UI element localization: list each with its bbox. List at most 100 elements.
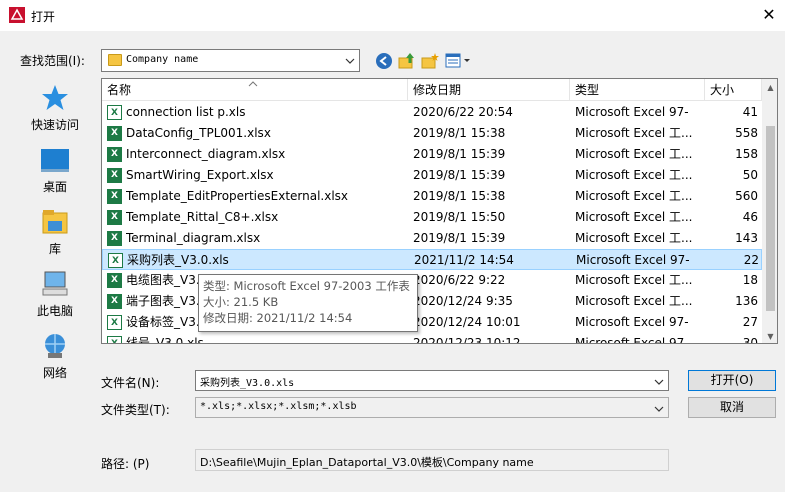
up-folder-icon[interactable]: [398, 52, 416, 70]
excel-file-icon: X: [107, 315, 122, 330]
file-date: 2020/12/24 9:35: [413, 294, 513, 308]
place-network[interactable]: 网络: [16, 326, 94, 388]
list-header: 名称 修改日期 类型 大小: [102, 79, 762, 101]
file-name: Terminal_diagram.xlsx: [126, 231, 261, 245]
file-row[interactable]: X Interconnect_diagram.xlsx 2019/8/1 15:39…: [102, 144, 762, 165]
file-size: 27: [742, 315, 758, 329]
file-name: SmartWiring_Export.xlsx: [126, 168, 274, 182]
file-name: connection list p.xls: [126, 105, 246, 119]
view-menu-icon[interactable]: [445, 52, 473, 70]
excel-file-icon: X: [107, 105, 122, 120]
excel-file-icon: X: [107, 336, 122, 343]
file-date: 2019/8/1 15:38: [413, 189, 506, 203]
path-value: D:\Seafile\Mujin_Eplan_Dataportal_V3.0\模…: [200, 456, 534, 469]
file-type: Microsoft Excel 97-: [575, 336, 689, 344]
lookin-label: 查找范围(I):: [20, 54, 85, 68]
library-icon: [39, 208, 71, 236]
place-label: 桌面: [42, 180, 67, 194]
lookin-dropdown[interactable]: Company name: [101, 49, 360, 72]
file-type: Microsoft Excel 工...: [575, 147, 693, 161]
file-name: Interconnect_diagram.xlsx: [126, 147, 286, 161]
file-name: Template_Rittal_C8+.xlsx: [126, 210, 279, 224]
file-type: Microsoft Excel 工...: [575, 231, 693, 245]
scroll-thumb[interactable]: [766, 126, 775, 311]
place-this-pc[interactable]: 此电脑: [16, 264, 94, 326]
places-bar: 快速访问 桌面 库 此电脑 网络: [16, 78, 94, 428]
file-row[interactable]: X Template_Rittal_C8+.xlsx 2019/8/1 15:50 M…: [102, 207, 762, 228]
cancel-button[interactable]: 取消: [688, 397, 776, 418]
file-size: 143: [735, 231, 758, 245]
file-row[interactable]: X 线号_V3.0.xls 2020/12/23 10:12 Microsoft Ex…: [102, 333, 762, 344]
tooltip-type: 类型: Microsoft Excel 97-2003 工作表: [203, 279, 410, 293]
file-row[interactable]: X Terminal_diagram.xlsx 2019/8/1 15:39 Micr…: [102, 228, 762, 249]
file-size: 30: [742, 336, 758, 344]
excel-file-icon: X: [107, 210, 122, 225]
window-title: 打开: [31, 10, 56, 24]
file-name: DataConfig_TPL001.xlsx: [126, 126, 271, 140]
open-button[interactable]: 打开(O): [688, 370, 776, 391]
desktop-icon: [39, 146, 71, 174]
place-desktop[interactable]: 桌面: [16, 140, 94, 202]
file-size: 558: [735, 126, 758, 140]
place-label: 网络: [42, 366, 67, 380]
filetype-value: *.xls;*.xlsx;*.xlsm;*.xlsb: [200, 401, 357, 412]
chevron-down-icon[interactable]: [654, 376, 664, 386]
file-date: 2020/6/22 9:22: [413, 273, 506, 287]
file-date: 2020/12/24 10:01: [413, 315, 521, 329]
place-library[interactable]: 库: [16, 202, 94, 264]
filetype-dropdown[interactable]: *.xls;*.xlsx;*.xlsm;*.xlsb: [195, 397, 669, 418]
place-label: 快速访问: [30, 118, 79, 132]
title-bar: 打开 ✕: [0, 0, 785, 31]
file-type: Microsoft Excel 97-: [575, 315, 689, 329]
file-type: Microsoft Excel 工...: [575, 126, 693, 140]
network-icon: [39, 332, 71, 360]
file-date: 2020/12/23 10:12: [413, 336, 521, 344]
file-size: 560: [735, 189, 758, 203]
file-row[interactable]: Xconnection list p.xls 2020/6/22 20:54 Mic…: [102, 102, 762, 123]
excel-file-icon: X: [107, 231, 122, 246]
excel-file-icon: X: [107, 189, 122, 204]
excel-file-icon: X: [107, 147, 122, 162]
back-icon[interactable]: [375, 52, 393, 70]
place-label: 此电脑: [36, 304, 73, 318]
scroll-up-icon[interactable]: ▲: [762, 79, 777, 96]
chevron-down-icon: [345, 55, 355, 65]
vertical-scrollbar[interactable]: ▲ ▼: [762, 79, 777, 343]
file-date: 2020/6/22 20:54: [413, 105, 513, 119]
excel-file-icon: X: [107, 273, 122, 288]
column-header-size[interactable]: 大小: [705, 79, 762, 101]
file-row[interactable]: X 采购列表_V3.0.xls 2021/11/2 14:54 Microsoft E…: [102, 249, 762, 270]
file-date: 2019/8/1 15:50: [413, 210, 506, 224]
file-size: 136: [735, 294, 758, 308]
close-icon[interactable]: ✕: [760, 6, 778, 24]
file-row[interactable]: X Template_EditPropertiesExternal.xlsx 201…: [102, 186, 762, 207]
place-quick-access[interactable]: 快速访问: [16, 78, 94, 140]
file-row[interactable]: X SmartWiring_Export.xlsx 2019/8/1 15:39 Mi…: [102, 165, 762, 186]
file-size: 18: [742, 273, 758, 287]
file-name: 采购列表_V3.0.xls: [127, 253, 229, 267]
new-folder-icon[interactable]: [421, 52, 439, 70]
filename-input[interactable]: 采购列表_V3.0.xls: [195, 370, 669, 391]
column-header-date[interactable]: 修改日期: [408, 79, 570, 101]
file-tooltip: 类型: Microsoft Excel 97-2003 工作表 大小: 21.5…: [198, 274, 418, 332]
path-field[interactable]: D:\Seafile\Mujin_Eplan_Dataportal_V3.0\模…: [195, 449, 669, 471]
column-date-label: 修改日期: [413, 83, 462, 97]
filename-label: 文件名(N):: [101, 376, 160, 390]
computer-icon: [39, 270, 71, 298]
filename-value: 采购列表_V3.0.xls: [200, 378, 295, 389]
file-date: 2019/8/1 15:39: [413, 168, 506, 182]
column-header-type[interactable]: 类型: [570, 79, 705, 101]
file-size: 50: [742, 168, 758, 182]
file-type: Microsoft Excel 工...: [575, 189, 693, 203]
path-label: 路径: (P): [101, 457, 150, 471]
file-name: 线号_V3.0.xls: [126, 336, 204, 344]
folder-icon: [108, 54, 122, 66]
excel-file-icon: X: [108, 253, 123, 268]
place-label: 库: [48, 242, 61, 256]
scroll-down-icon[interactable]: ▼: [762, 328, 777, 343]
sort-ascending-icon: [248, 79, 258, 87]
chevron-down-icon: [654, 403, 664, 413]
excel-file-icon: X: [107, 294, 122, 309]
file-size: 22: [743, 253, 759, 267]
file-row[interactable]: X DataConfig_TPL001.xlsx 2019/8/1 15:38 Mic…: [102, 123, 762, 144]
